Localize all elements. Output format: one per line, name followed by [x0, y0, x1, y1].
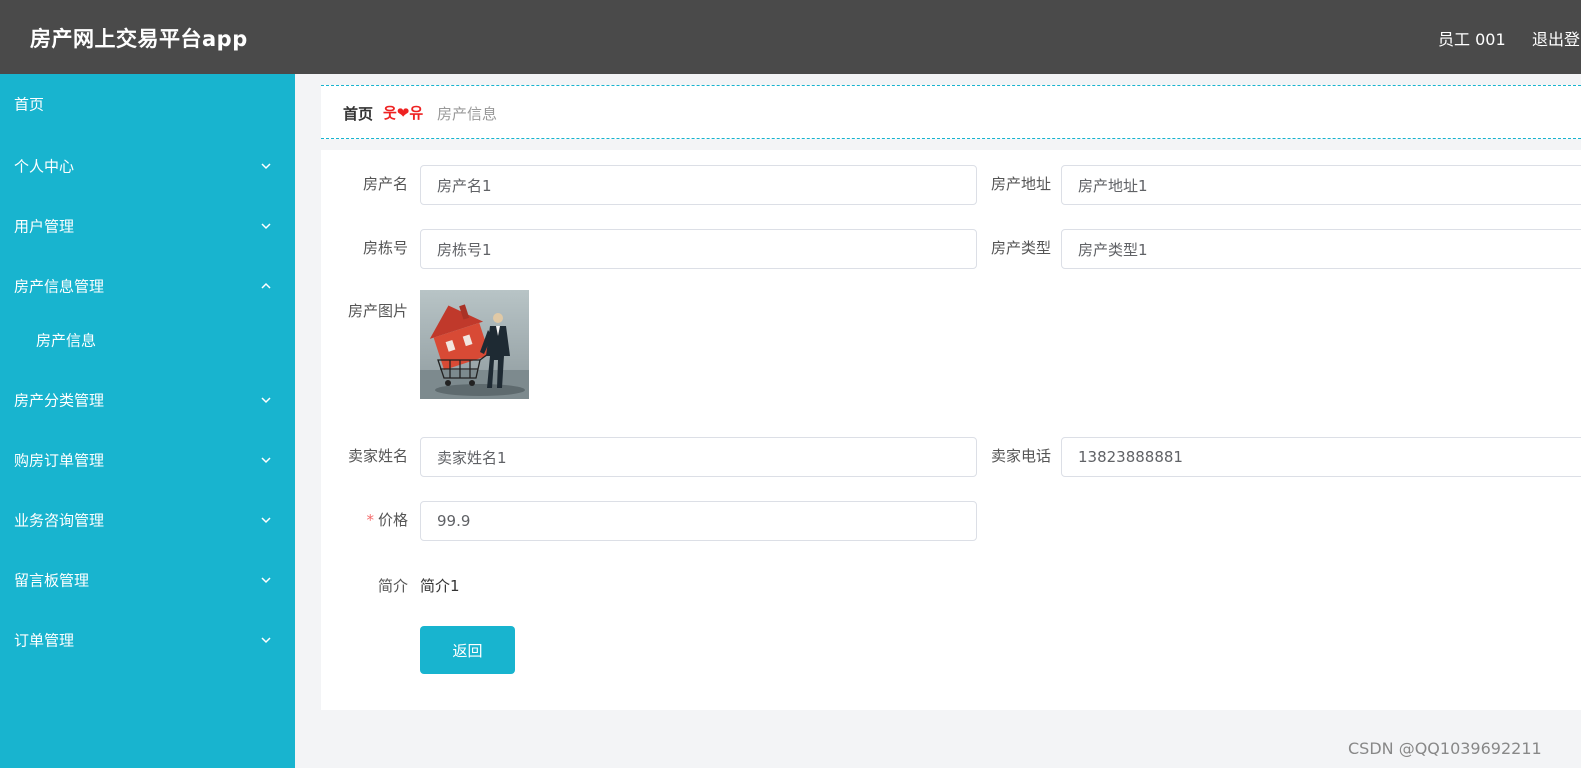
price-label-text: 价格: [377, 511, 408, 529]
property-type-label: 房产类型: [990, 239, 1051, 257]
sidebar-item-purchase-order-management[interactable]: 购房订单管理: [0, 430, 295, 490]
sidebar-item-personal-center[interactable]: 个人中心: [0, 136, 295, 196]
chevron-down-icon: [261, 457, 271, 464]
property-name-label: 房产名: [362, 175, 408, 193]
sidebar-item-property-category-management[interactable]: 房产分类管理: [0, 370, 295, 430]
building-number-input[interactable]: [420, 229, 977, 269]
property-type-input[interactable]: [1061, 229, 1581, 269]
sidebar-item-order-management[interactable]: 订单管理: [0, 610, 295, 670]
chevron-down-icon: [261, 517, 271, 524]
sidebar-item-label: 购房订单管理: [14, 451, 105, 470]
house-cart-illustration: [420, 304, 529, 399]
seller-phone-input[interactable]: [1061, 437, 1581, 477]
price-label: * 价格: [318, 509, 408, 530]
logout-link[interactable]: 退出登: [1532, 26, 1580, 50]
current-user: 员工 001: [1438, 30, 1506, 49]
top-bar: 房产网上交易平台app 员工 001 退出登: [0, 0, 1581, 74]
intro-value: 简介1: [420, 577, 460, 595]
property-image[interactable]: [420, 290, 529, 399]
property-address-label: 房产地址: [990, 175, 1051, 193]
seller-phone-label: 卖家电话: [990, 447, 1051, 465]
sidebar-item-label: 用户管理: [14, 217, 75, 236]
breadcrumb-current: 房产信息: [437, 105, 498, 123]
seller-name-label: 卖家姓名: [347, 447, 408, 465]
intro-label: 简介: [377, 577, 408, 595]
sidebar-item-property-info[interactable]: 房产信息: [0, 312, 295, 368]
breadcrumb-separator: 웃❤유: [383, 104, 424, 122]
seller-name-input[interactable]: [420, 437, 977, 477]
sidebar-item-label: 房产信息: [36, 331, 97, 350]
chevron-down-icon: [261, 223, 271, 230]
sidebar-item-property-info-management[interactable]: 房产信息管理: [0, 256, 295, 316]
sidebar-item-label: 房产分类管理: [14, 391, 105, 410]
chevron-down-icon: [261, 163, 271, 170]
back-button[interactable]: 返回: [420, 626, 515, 674]
chevron-down-icon: [261, 397, 271, 404]
chevron-up-icon: [261, 282, 271, 289]
price-input[interactable]: [420, 501, 977, 541]
sidebar-item-label: 留言板管理: [14, 571, 90, 590]
chevron-down-icon: [261, 637, 271, 644]
sidebar-item-label: 业务咨询管理: [14, 511, 105, 530]
app-title: 房产网上交易平台app: [30, 27, 248, 51]
property-image-label: 房产图片: [347, 302, 408, 320]
sidebar-item-label: 首页: [14, 95, 45, 114]
sidebar-item-label: 个人中心: [14, 157, 75, 176]
sidebar-item-message-board-management[interactable]: 留言板管理: [0, 550, 295, 610]
property-address-input[interactable]: [1061, 165, 1581, 205]
breadcrumb-home[interactable]: 首页: [343, 103, 373, 124]
chevron-down-icon: [261, 577, 271, 584]
sidebar-item-label: 订单管理: [14, 631, 75, 650]
watermark: CSDN @QQ1039692211: [1348, 739, 1542, 758]
sidebar-item-user-management[interactable]: 用户管理: [0, 196, 295, 256]
sidebar: 首页 个人中心 用户管理 房产信息管理 房产信息 房产分类管理 购房订单管理 业…: [0, 74, 295, 768]
property-name-input[interactable]: [420, 165, 977, 205]
required-marker: *: [366, 511, 374, 529]
breadcrumb: 首页 웃❤유 房产信息: [321, 85, 1581, 139]
sidebar-item-home[interactable]: 首页: [0, 74, 295, 134]
building-number-label: 房栋号: [362, 239, 408, 257]
sidebar-item-consultation-management[interactable]: 业务咨询管理: [0, 490, 295, 550]
sidebar-item-label: 房产信息管理: [14, 277, 105, 296]
